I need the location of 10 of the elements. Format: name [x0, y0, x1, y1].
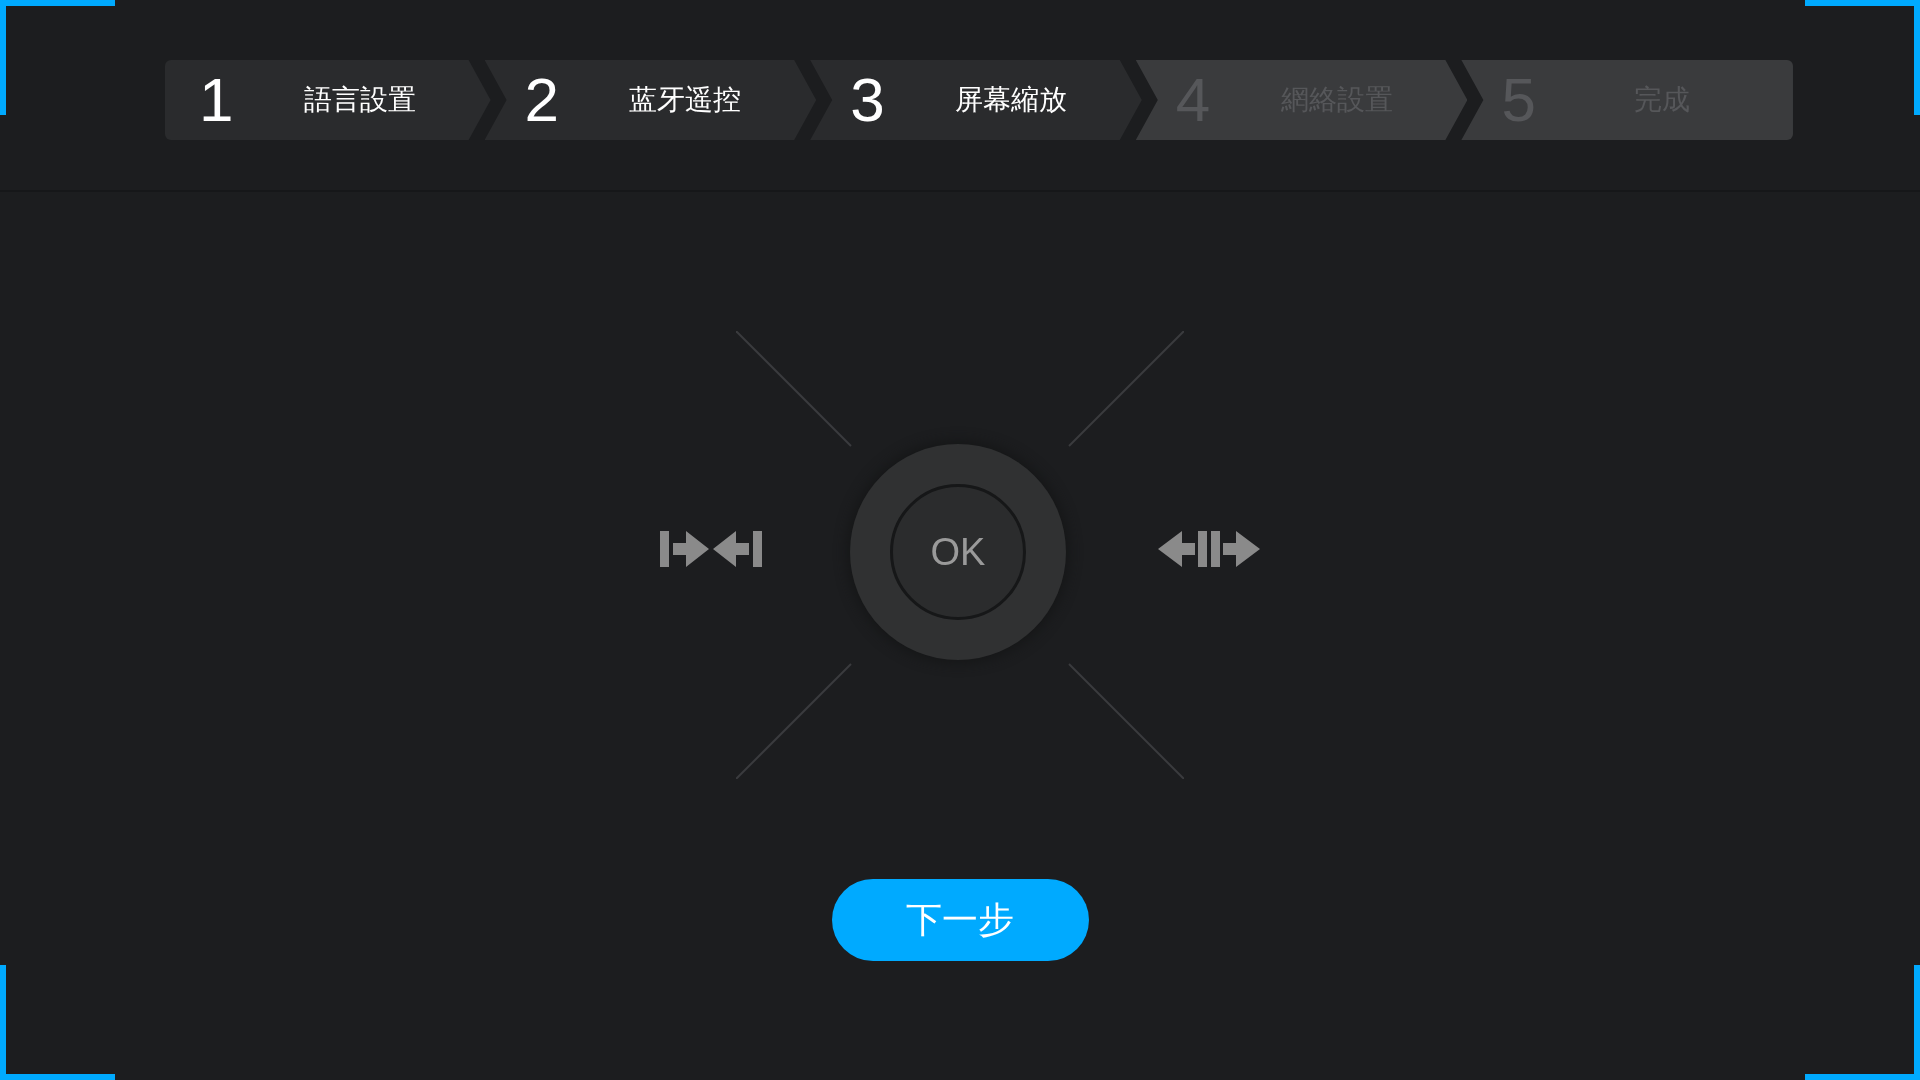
expand-arrows-icon[interactable]: [1158, 531, 1260, 567]
ok-button[interactable]: OK: [890, 484, 1026, 620]
step-label: 屏幕縮放: [954, 83, 1068, 117]
step-number: 3: [850, 69, 886, 131]
step-label: 語言設置: [302, 83, 417, 117]
step-label: 蓝牙遥控: [628, 83, 743, 117]
step-number: 1: [199, 69, 235, 131]
next-button[interactable]: 下一步: [831, 879, 1089, 961]
shrink-arrows-icon[interactable]: [660, 531, 762, 567]
step-number: 2: [524, 69, 561, 131]
